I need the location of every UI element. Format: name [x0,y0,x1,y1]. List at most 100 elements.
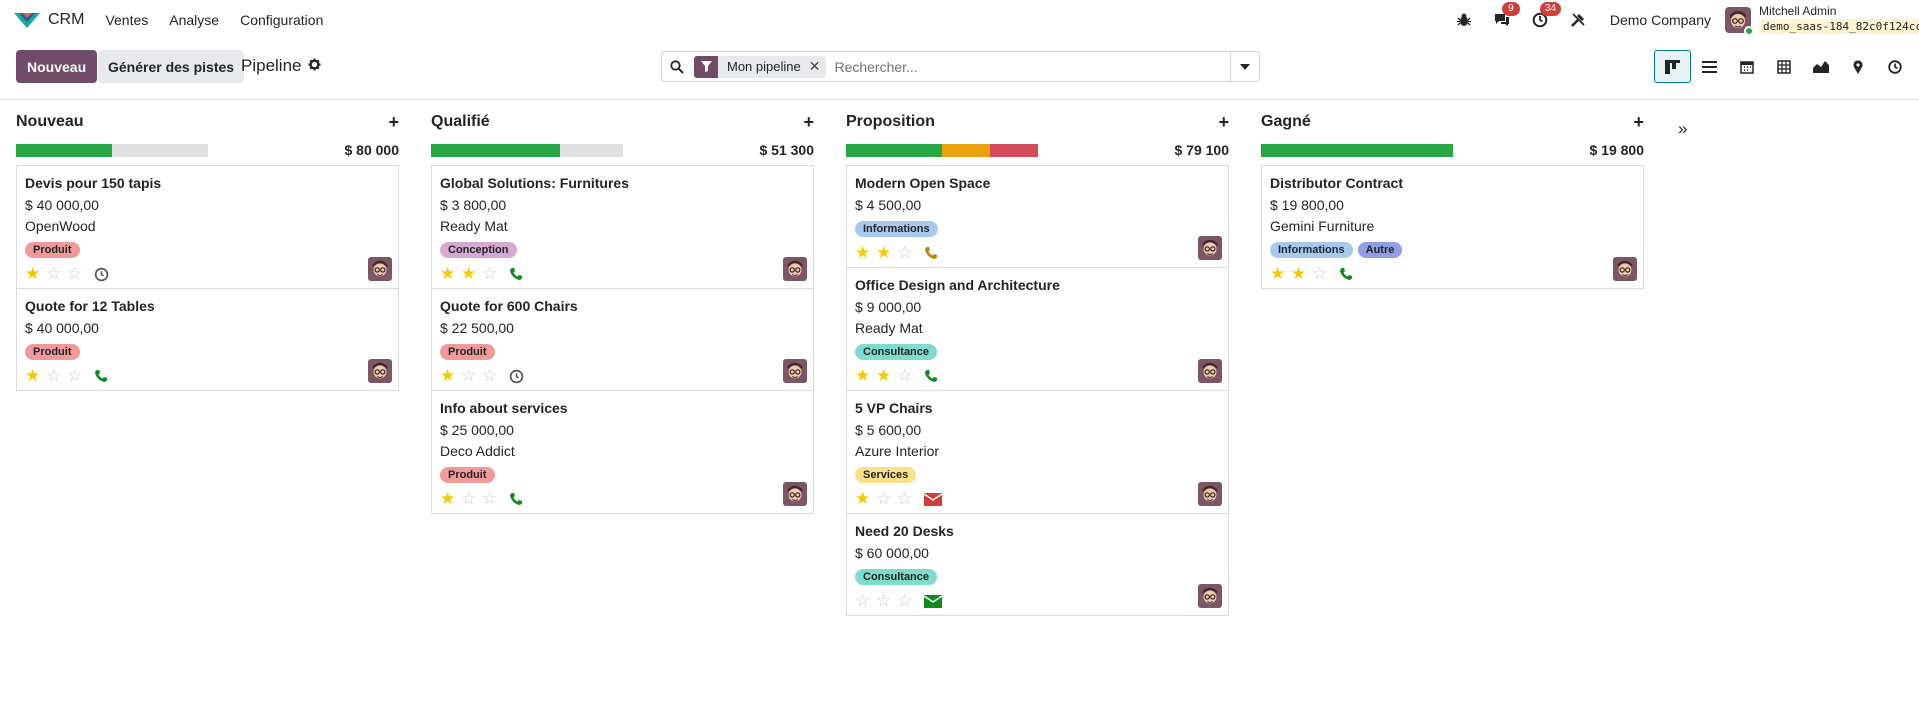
map-view-icon[interactable] [1839,50,1876,83]
priority-star-icon[interactable]: ★ [876,366,897,386]
phone-icon[interactable] [1339,267,1353,281]
priority-star-icon[interactable]: ★ [25,264,46,284]
card-avatar[interactable] [783,257,807,281]
kanban-card[interactable]: 5 VP Chairs $ 5 600,00 Azure Interior Servi… [847,391,1228,514]
priority-star-icon[interactable]: ☆ [876,591,897,611]
kanban-card[interactable]: Need 20 Desks $ 60 000,00 Consultance ☆ ☆ ☆ [847,514,1228,615]
priority-star-icon[interactable]: ☆ [461,366,482,386]
priority-star-icon[interactable]: ☆ [897,591,918,611]
column-title[interactable]: Qualifié [431,113,490,131]
add-card-icon[interactable]: + [388,112,399,133]
priority-star-icon[interactable]: ★ [855,489,876,509]
tools-icon[interactable] [1568,10,1588,30]
phone-icon[interactable] [94,369,108,383]
activity-view-icon[interactable] [1876,50,1913,83]
card-avatar[interactable] [368,359,392,383]
gear-icon[interactable] [307,58,321,74]
column-progress-bar[interactable] [1261,143,1453,157]
priority-star-icon[interactable]: ☆ [897,243,918,263]
kanban-card[interactable]: Quote for 12 Tables $ 40 000,00 Produit ★ ☆ ☆ [17,289,398,390]
priority-star-icon[interactable]: ☆ [876,489,897,509]
priority-star-icon[interactable]: ☆ [67,264,88,284]
add-card-icon[interactable]: + [1633,112,1644,133]
activities-icon[interactable]: 34 [1530,2,1561,30]
kanban-card[interactable]: Devis pour 150 tapis $ 40 000,00 OpenWood P… [17,166,398,289]
kanban-card[interactable]: Modern Open Space $ 4 500,00 Informations ★… [847,166,1228,268]
priority-star-icon[interactable]: ★ [876,243,897,263]
new-button[interactable]: Nouveau [16,50,98,83]
priority-star-icon[interactable]: ★ [855,243,876,263]
priority-star-icon[interactable]: ☆ [897,366,918,386]
remove-facet-icon[interactable]: ✕ [809,58,827,75]
messages-icon[interactable]: 9 [1492,2,1520,30]
progress-segment[interactable] [942,143,990,157]
envelope-icon[interactable] [924,594,942,608]
card-avatar[interactable] [783,359,807,383]
priority-star-icon[interactable]: ★ [1291,264,1312,284]
menu-configuration[interactable]: Configuration [240,12,323,28]
priority-star-icon[interactable]: ☆ [46,264,67,284]
priority-star-icon[interactable]: ★ [25,366,46,386]
priority-star-icon[interactable]: ★ [855,366,876,386]
priority-star-icon[interactable]: ☆ [461,489,482,509]
priority-star-icon[interactable]: ☆ [67,366,88,386]
graph-view-icon[interactable] [1802,50,1839,83]
envelope-icon[interactable] [924,492,942,506]
phone-icon[interactable] [509,492,523,506]
kanban-view-icon[interactable] [1654,50,1691,83]
phone-icon[interactable] [924,246,938,260]
column-title[interactable]: Gagné [1261,113,1311,131]
kanban-card[interactable]: Office Design and Architecture $ 9 000,00… [847,268,1228,391]
priority-star-icon[interactable]: ★ [1270,264,1291,284]
priority-star-icon[interactable]: ☆ [482,489,503,509]
phone-icon[interactable] [509,267,523,281]
search-options-toggle[interactable] [1230,52,1259,81]
search-input[interactable] [834,58,1230,75]
progress-segment[interactable] [431,143,560,157]
kanban-card[interactable]: Global Solutions: Furnitures $ 3 800,00 Re… [432,166,813,289]
user-menu[interactable]: Mitchell Admin demo_saas-184_82c0f124cc.… [1725,4,1919,37]
column-progress-bar[interactable] [16,143,208,157]
app-brand[interactable]: CRM [14,11,84,29]
column-progress-bar[interactable] [431,143,623,157]
card-avatar[interactable] [783,482,807,506]
priority-star-icon[interactable]: ☆ [855,591,876,611]
card-avatar[interactable] [1613,257,1637,281]
kanban-card[interactable]: Info about services $ 25 000,00 Deco Addic… [432,391,813,513]
progress-segment[interactable] [990,143,1038,157]
menu-analyse[interactable]: Analyse [169,12,219,28]
card-avatar[interactable] [1198,359,1222,383]
progress-segment[interactable] [846,143,942,157]
phone-icon[interactable] [924,369,938,383]
generate-leads-button[interactable]: Générer des pistes [98,50,245,83]
clock-icon[interactable] [94,267,109,282]
fold-columns-icon[interactable]: » [1678,119,1687,139]
company-switcher[interactable]: Demo Company [1610,12,1711,28]
priority-star-icon[interactable]: ☆ [46,366,67,386]
clock-icon[interactable] [509,369,524,384]
priority-star-icon[interactable]: ★ [440,366,461,386]
kanban-card[interactable]: Distributor Contract $ 19 800,00 Gemini Fu… [1262,166,1643,288]
kanban-card[interactable]: Quote for 600 Chairs $ 22 500,00 Produit ★ ☆… [432,289,813,391]
add-card-icon[interactable]: + [803,112,814,133]
pivot-view-icon[interactable] [1765,50,1802,83]
progress-segment[interactable] [16,143,112,157]
card-avatar[interactable] [1198,584,1222,608]
column-title[interactable]: Nouveau [16,113,84,131]
menu-ventes[interactable]: Ventes [105,12,148,28]
priority-star-icon[interactable]: ★ [440,264,461,284]
priority-star-icon[interactable]: ☆ [482,366,503,386]
priority-star-icon[interactable]: ☆ [482,264,503,284]
add-card-icon[interactable]: + [1218,112,1229,133]
list-view-icon[interactable] [1691,50,1728,83]
card-avatar[interactable] [1198,236,1222,260]
priority-star-icon[interactable]: ☆ [1312,264,1333,284]
progress-segment[interactable] [1261,143,1453,157]
calendar-view-icon[interactable] [1728,50,1765,83]
column-progress-bar[interactable] [846,143,1038,157]
debug-icon[interactable] [1454,10,1474,30]
card-avatar[interactable] [1198,482,1222,506]
priority-star-icon[interactable]: ☆ [897,489,918,509]
card-avatar[interactable] [368,257,392,281]
priority-star-icon[interactable]: ★ [461,264,482,284]
